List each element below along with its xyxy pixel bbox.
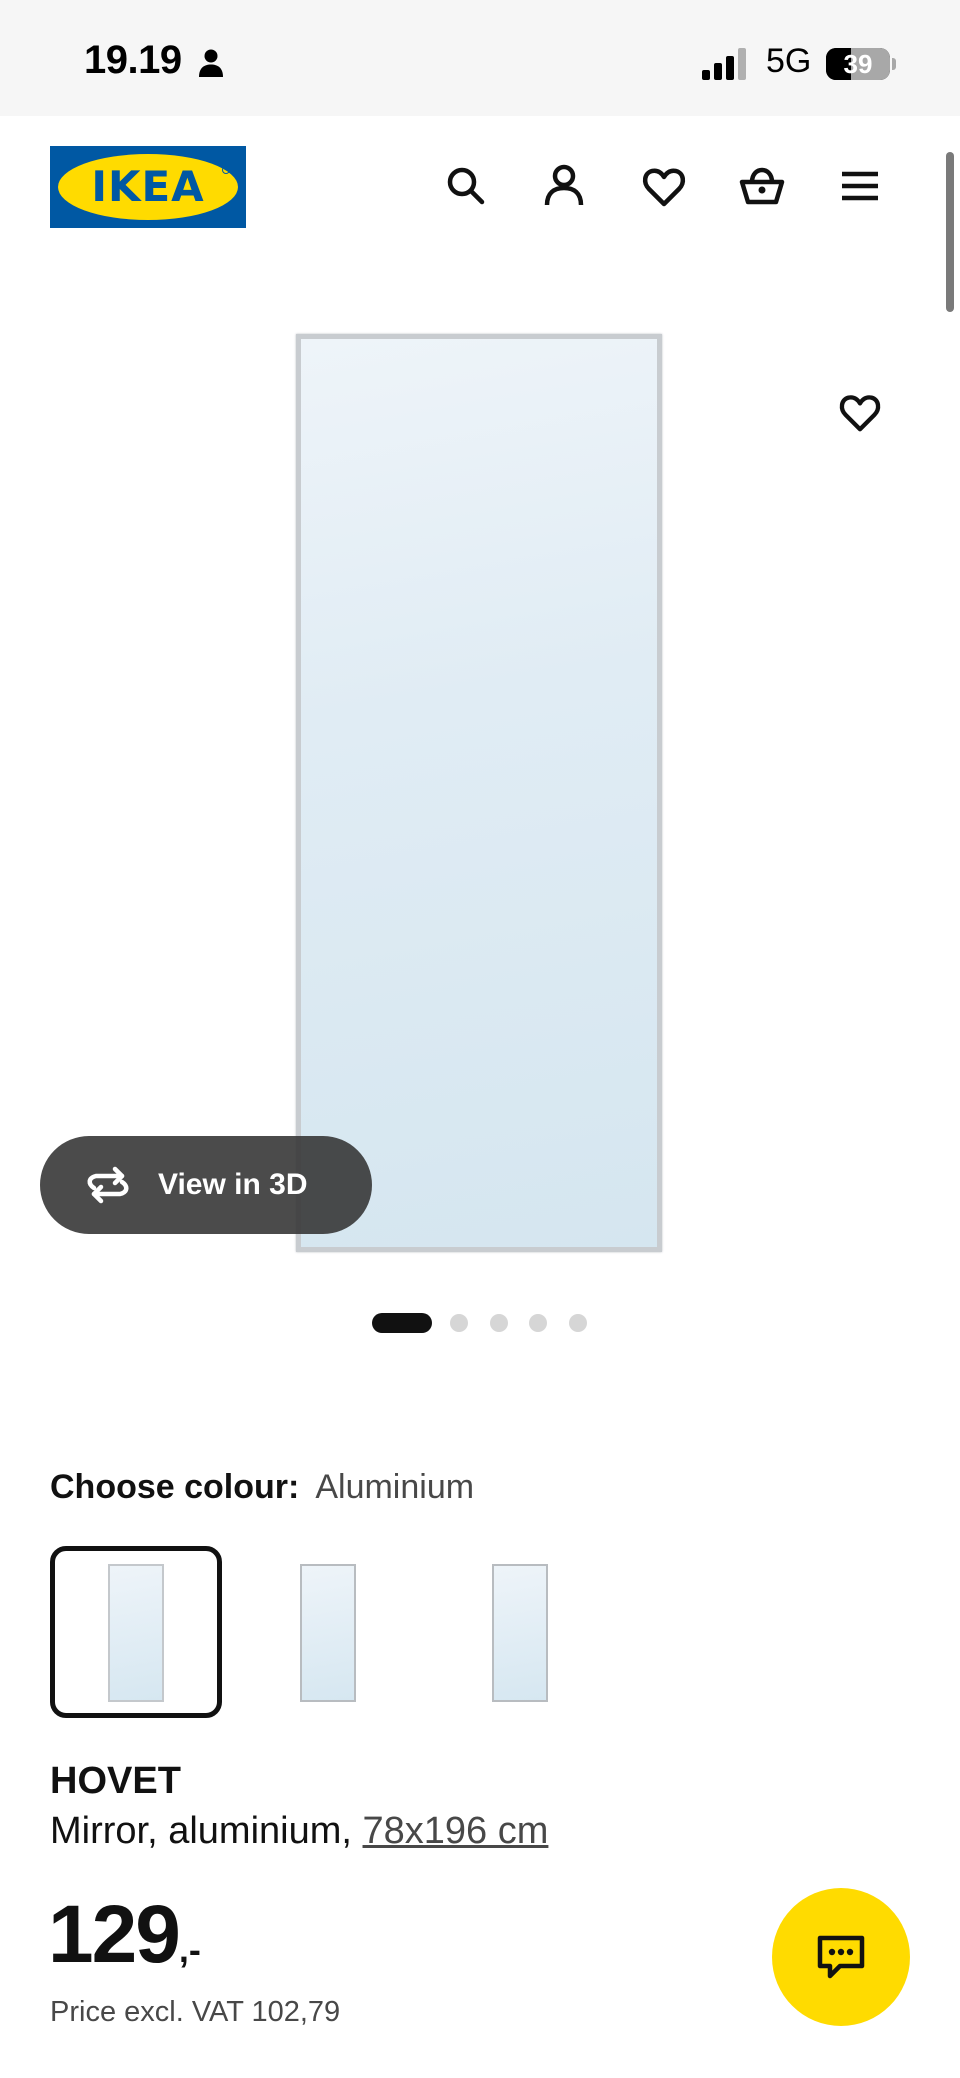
menu-icon[interactable] bbox=[834, 160, 886, 212]
heart-icon[interactable] bbox=[638, 160, 690, 212]
signal-icon bbox=[702, 48, 746, 80]
pagination-dot[interactable] bbox=[529, 1314, 547, 1332]
view-in-3d-button[interactable]: View in 3D bbox=[40, 1136, 372, 1234]
status-time: 19.19 bbox=[84, 38, 182, 82]
chat-icon bbox=[817, 1935, 865, 1979]
ikea-logo[interactable]: IKEA bbox=[50, 146, 246, 228]
product-name: HOVET bbox=[50, 1760, 181, 1802]
colour-label: Choose colour: bbox=[50, 1468, 300, 1506]
price-suffix: ,- bbox=[178, 1929, 201, 1970]
account-icon[interactable] bbox=[538, 160, 590, 212]
search-icon[interactable] bbox=[440, 160, 492, 212]
colour-option-aluminium[interactable] bbox=[50, 1546, 222, 1718]
view-in-3d-label: View in 3D bbox=[158, 1168, 308, 1201]
colour-option-3[interactable] bbox=[434, 1546, 606, 1718]
person-icon bbox=[199, 49, 223, 77]
pagination-dot[interactable] bbox=[490, 1314, 508, 1332]
battery-level: 39 bbox=[843, 49, 873, 79]
product-type: Mirror, aluminium, bbox=[50, 1810, 352, 1852]
pagination-dot[interactable] bbox=[450, 1314, 468, 1332]
product-size-link[interactable]: 78x196 cm bbox=[363, 1810, 549, 1852]
add-to-favourites-button[interactable] bbox=[832, 384, 888, 440]
product-image-mirror[interactable] bbox=[296, 334, 662, 1252]
swatch-thumbnail bbox=[492, 1564, 548, 1702]
battery-icon: 39 bbox=[826, 44, 896, 82]
swatch-thumbnail bbox=[300, 1564, 356, 1702]
pagination-dot[interactable] bbox=[569, 1314, 587, 1332]
scrollbar[interactable] bbox=[946, 152, 954, 312]
product-description: Mirror, aluminium, 78x196 cm bbox=[50, 1810, 548, 1853]
colour-selected-value: Aluminium bbox=[315, 1468, 475, 1506]
chat-button[interactable] bbox=[772, 1888, 910, 2026]
status-bar: 19.19 5G 39 bbox=[0, 0, 960, 116]
basket-icon[interactable] bbox=[736, 160, 788, 212]
price-excl-vat: Price excl. VAT 102,79 bbox=[50, 1996, 341, 2028]
gallery-pagination bbox=[0, 1312, 960, 1334]
price-amount: 129 bbox=[48, 1889, 181, 1980]
heart-icon bbox=[839, 395, 881, 432]
product-price: 129,- bbox=[48, 1888, 201, 1982]
colour-chooser: Choose colour: Aluminium bbox=[50, 1468, 474, 1508]
network-type: 5G bbox=[766, 42, 812, 80]
pagination-dot[interactable] bbox=[372, 1313, 432, 1333]
swatch-thumbnail bbox=[108, 1564, 164, 1702]
colour-option-2[interactable] bbox=[242, 1546, 414, 1718]
logo-text: IKEA bbox=[91, 162, 205, 211]
rotate-3d-icon bbox=[87, 1166, 129, 1204]
site-header: IKEA bbox=[0, 116, 960, 256]
